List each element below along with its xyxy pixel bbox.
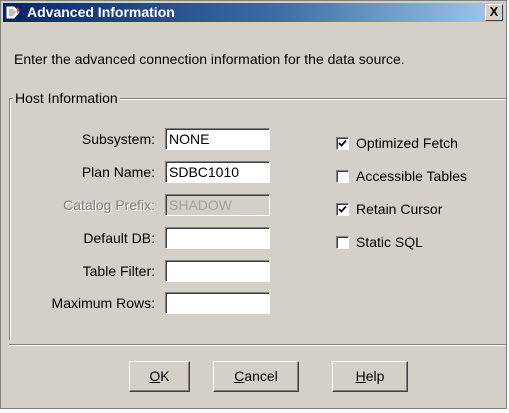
maximum-rows-input[interactable] xyxy=(165,292,270,314)
cancel-button[interactable]: Cancel xyxy=(213,361,299,392)
accessible-tables-label: Accessible Tables xyxy=(356,168,468,184)
checkmark-icon xyxy=(338,205,347,213)
separator-line xyxy=(9,344,506,346)
host-information-legend: Host Information xyxy=(13,90,120,106)
retain-cursor-label: Retain Cursor xyxy=(356,201,443,217)
checkmark-icon xyxy=(338,139,347,147)
table-filter-label: Table Filter: xyxy=(82,263,155,279)
ok-mnemonic: O xyxy=(149,368,161,384)
datasource-app-icon xyxy=(5,4,22,21)
help-mnemonic: H xyxy=(355,368,366,384)
optimized-fetch-checkbox[interactable] xyxy=(336,137,349,150)
default-db-input[interactable] xyxy=(165,227,270,249)
static-sql-label: Static SQL xyxy=(356,234,423,250)
title-bar[interactable]: Advanced Information X xyxy=(3,3,504,22)
table-filter-input[interactable] xyxy=(165,260,270,282)
accessible-tables-checkbox[interactable] xyxy=(336,170,349,183)
plan-name-input[interactable]: SDBC1010 xyxy=(165,161,270,183)
retain-cursor-checkbox[interactable] xyxy=(336,203,349,216)
subsystem-input[interactable]: NONE xyxy=(165,128,270,150)
close-button[interactable]: X xyxy=(485,4,503,21)
advanced-information-dialog: Advanced Information X Enter the advance… xyxy=(0,0,507,409)
default-db-label: Default DB: xyxy=(83,230,155,246)
plan-name-label: Plan Name: xyxy=(81,164,155,180)
cancel-mnemonic: C xyxy=(234,368,245,384)
catalog-prefix-input: SHADOW xyxy=(165,194,270,216)
static-sql-checkbox[interactable] xyxy=(336,236,349,249)
intro-text: Enter the advanced connection informatio… xyxy=(14,51,405,67)
window-title: Advanced Information xyxy=(27,4,175,20)
subsystem-label: Subsystem: xyxy=(81,131,155,147)
close-icon: X xyxy=(489,4,499,19)
help-button[interactable]: Help xyxy=(332,361,408,392)
optimized-fetch-label: Optimized Fetch xyxy=(356,135,458,151)
maximum-rows-label: Maximum Rows: xyxy=(51,295,155,311)
ok-label: K xyxy=(160,368,170,384)
help-label: elp xyxy=(365,368,385,384)
cancel-label: ancel xyxy=(244,368,278,384)
catalog-prefix-label: Catalog Prefix: xyxy=(63,197,155,213)
ok-button[interactable]: OK xyxy=(129,361,190,392)
